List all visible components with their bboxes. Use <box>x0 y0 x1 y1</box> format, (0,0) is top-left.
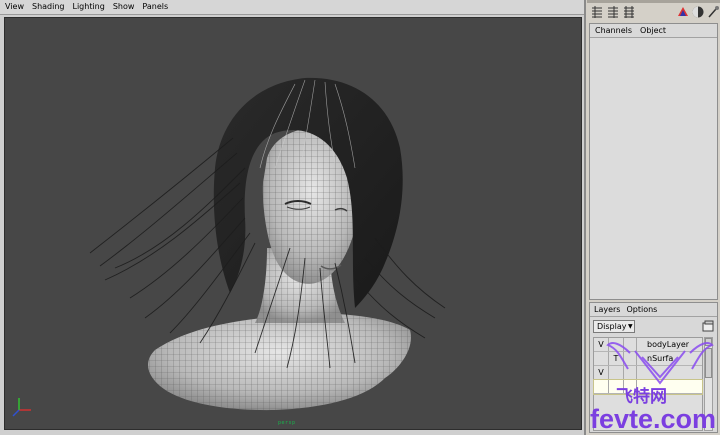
layer-editor-menubar: Layers Options <box>590 303 717 317</box>
channel-box-menubar: Channels Object <box>590 24 717 38</box>
chevron-down-icon: ▼ <box>627 323 633 330</box>
menu-lighting[interactable]: Lighting <box>69 0 107 14</box>
camera-label: persp <box>278 420 296 426</box>
menu-channels[interactable]: Channels <box>592 25 635 37</box>
menu-view[interactable]: View <box>2 0 27 14</box>
viewport-menubar: View Shading Lighting Show Panels <box>0 0 584 15</box>
attribute-editor-toggle-icon[interactable] <box>606 5 620 19</box>
render-icon[interactable] <box>676 5 690 19</box>
watermark-text: fevte.com <box>590 404 717 434</box>
pick-tool-icon[interactable] <box>706 5 720 19</box>
display-row: Display ▼ <box>593 320 715 334</box>
viewport-panel: View Shading Lighting Show Panels persp <box>0 0 586 435</box>
display-select[interactable]: Display ▼ <box>593 320 635 333</box>
menu-layers[interactable]: Layers <box>592 304 622 316</box>
tool-settings-toggle-icon[interactable] <box>622 5 636 19</box>
menu-show[interactable]: Show <box>110 0 138 14</box>
axis-gizmo <box>12 398 31 417</box>
menu-options[interactable]: Options <box>624 304 659 316</box>
panel-toolbar <box>587 4 720 22</box>
perspective-viewport[interactable]: persp <box>4 17 582 430</box>
shading-ball-icon[interactable] <box>691 5 705 19</box>
hair-bust-model[interactable] <box>5 18 582 430</box>
new-layer-icon[interactable] <box>701 320 715 333</box>
channel-box-toggle-icon[interactable] <box>590 5 604 19</box>
menu-panels[interactable]: Panels <box>139 0 171 14</box>
channel-box: Channels Object <box>589 23 718 300</box>
top-divider <box>587 0 720 3</box>
menu-object[interactable]: Object <box>637 25 669 37</box>
menu-shading[interactable]: Shading <box>29 0 68 14</box>
display-select-value: Display <box>597 322 627 331</box>
